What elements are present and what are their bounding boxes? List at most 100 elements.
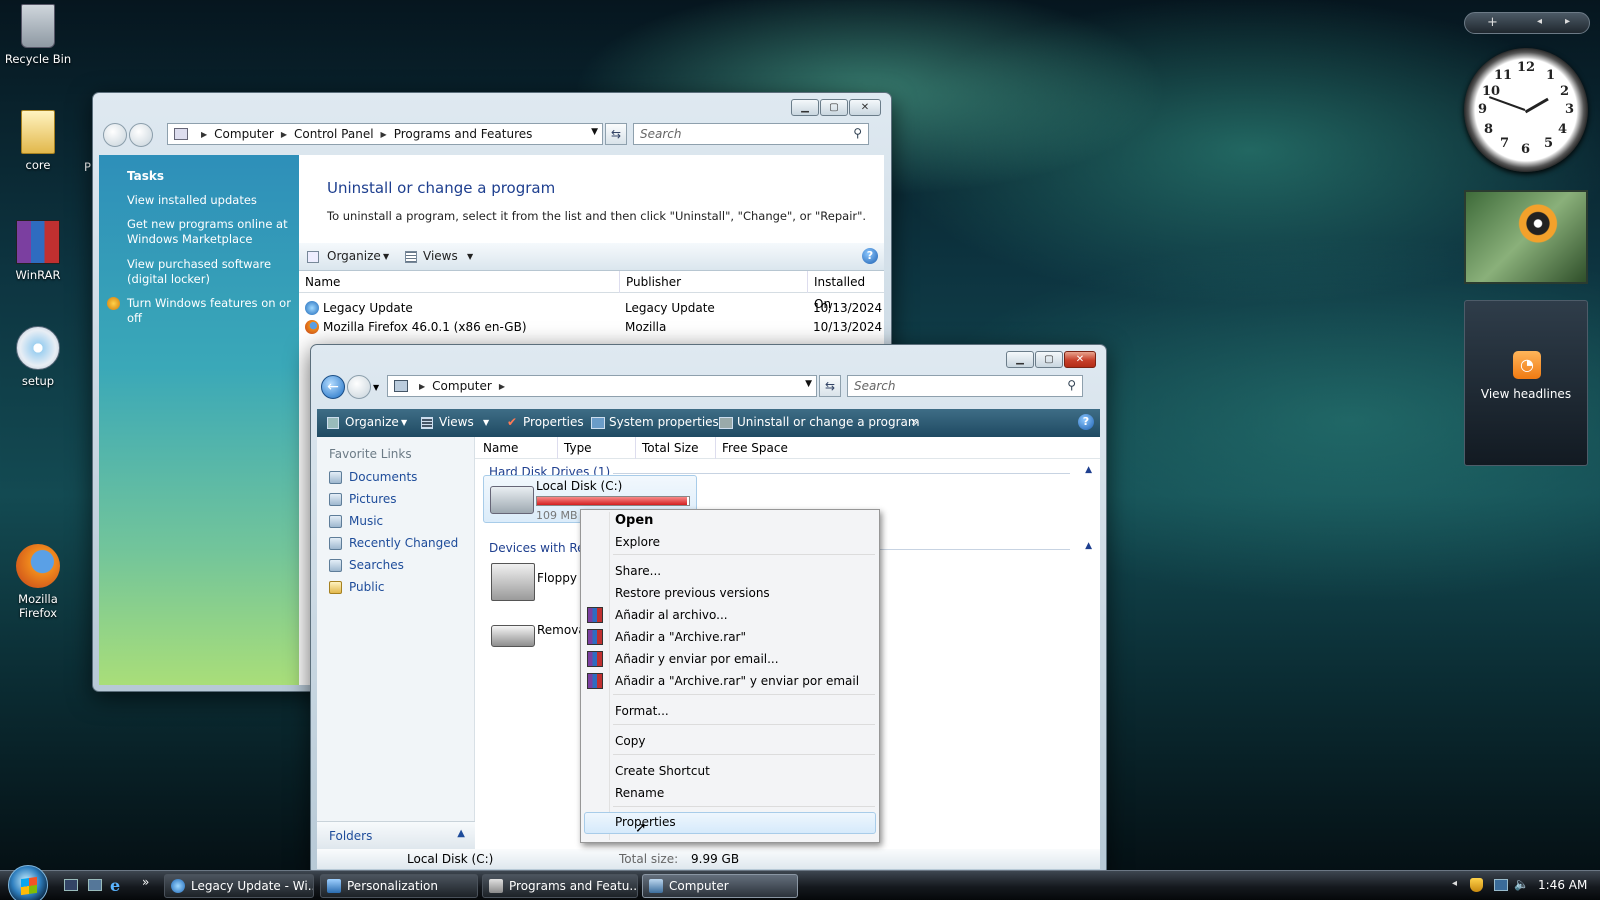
menu-item-add-to-archive-rar-and-email[interactable]: Añadir a "Archive.rar" y enviar por emai… (615, 674, 859, 688)
task-view-purchased-software[interactable]: View purchased software (digital locker) (127, 257, 292, 287)
views-button[interactable]: Views (439, 415, 474, 429)
chevron-down-icon[interactable]: ▼ (591, 127, 598, 137)
network-icon[interactable] (1494, 879, 1508, 891)
clock-time[interactable]: 1:46 AM (1538, 878, 1587, 892)
taskbar-button-computer[interactable]: Computer (642, 874, 798, 898)
organize-button[interactable]: Organize (345, 415, 399, 429)
search-input[interactable]: Search ⚲ (633, 123, 869, 145)
table-row[interactable]: Mozilla Firefox 46.0.1 (x86 en-GB) Mozil… (299, 318, 884, 337)
search-icon[interactable]: ⚲ (853, 126, 862, 140)
taskbar-button-personalization[interactable]: Personalization (320, 874, 478, 898)
show-hidden-icons-chevron[interactable]: ◂ (1452, 878, 1457, 889)
close-button[interactable]: ✕ (849, 99, 881, 116)
back-button[interactable] (103, 123, 127, 147)
breadcrumb-computer[interactable]: Computer (214, 127, 274, 141)
chevron-down-icon[interactable]: ▼ (401, 418, 407, 427)
menu-item-add-to-archive[interactable]: Añadir al archivo... (615, 608, 728, 622)
menu-item-open[interactable]: Open (615, 513, 653, 528)
back-button[interactable]: ← (321, 375, 345, 399)
folders-toggle[interactable]: Folders ▲ (317, 821, 475, 849)
quick-launch-overflow[interactable]: » (142, 875, 149, 889)
favorite-link-documents[interactable]: Documents (349, 470, 417, 484)
close-button[interactable]: ✕ (1064, 351, 1096, 368)
maximize-button[interactable]: ▢ (820, 99, 848, 116)
minimize-button[interactable]: ▁ (791, 99, 819, 116)
forward-button[interactable] (347, 375, 371, 399)
help-icon[interactable]: ? (862, 248, 878, 264)
menu-item-create-shortcut[interactable]: Create Shortcut (615, 764, 710, 778)
column-header-publisher[interactable]: Publisher (619, 271, 681, 293)
collapse-group-icon[interactable]: ▲ (1085, 541, 1092, 551)
task-view-installed-updates[interactable]: View installed updates (127, 193, 292, 208)
search-icon[interactable]: ⚲ (1067, 378, 1076, 392)
favorite-link-pictures[interactable]: Pictures (349, 492, 397, 506)
desktop-icon-recycle-bin[interactable]: Recycle Bin (2, 4, 74, 66)
switch-windows-icon[interactable] (88, 879, 102, 891)
next-icon[interactable]: ▸ (1565, 16, 1570, 27)
volume-muted-icon[interactable]: 🔈 (1514, 877, 1529, 891)
views-button[interactable]: Views (423, 249, 458, 263)
menu-item-add-to-archive-rar[interactable]: Añadir a "Archive.rar" (615, 630, 746, 644)
internet-explorer-icon[interactable]: e (110, 876, 120, 895)
menu-item-format[interactable]: Format... (615, 704, 669, 718)
column-header-type[interactable]: Type (557, 437, 592, 459)
column-header-total-size[interactable]: Total Size (635, 437, 698, 459)
drive-floppy[interactable]: Floppy D (483, 559, 593, 605)
task-turn-windows-features[interactable]: Turn Windows features on or off (127, 296, 292, 326)
menu-item-add-and-email[interactable]: Añadir y enviar por email... (615, 652, 779, 666)
help-icon[interactable]: ? (1078, 414, 1094, 430)
minimize-button[interactable]: ▁ (1006, 351, 1034, 368)
breadcrumb-computer[interactable]: Computer (432, 379, 492, 393)
clock-gadget[interactable]: 12 1 2 3 4 5 6 7 8 9 10 11 (1464, 48, 1588, 172)
toolbar-overflow-button[interactable]: » (911, 415, 918, 429)
recent-pages-chevron-icon[interactable]: ▼ (373, 383, 379, 392)
menu-item-share[interactable]: Share... (615, 564, 661, 578)
menu-item-copy[interactable]: Copy (615, 734, 645, 748)
taskbar-button-programs-and-features[interactable]: Programs and Featu... (482, 874, 638, 898)
desktop-icon-setup[interactable]: setup (2, 326, 74, 388)
chevron-down-icon[interactable]: ▼ (483, 418, 489, 427)
security-shield-icon[interactable] (1470, 878, 1483, 892)
collapse-group-icon[interactable]: ▲ (1085, 465, 1092, 475)
column-header-installed-on[interactable]: Installed On (807, 271, 884, 311)
feed-headlines-gadget[interactable]: ◔ View headlines (1464, 300, 1588, 466)
task-get-new-programs[interactable]: Get new programs online at Windows Marke… (127, 217, 292, 247)
drive-removable[interactable]: Remova (483, 611, 593, 657)
chevron-down-icon[interactable]: ▼ (383, 252, 389, 261)
properties-button[interactable]: Properties (523, 415, 584, 429)
table-row[interactable]: Legacy Update Legacy Update 10/13/2024 (299, 299, 884, 318)
system-properties-button[interactable]: System properties (609, 415, 719, 429)
address-bar[interactable]: ▶ Computer ▶ Control Panel ▶ Programs an… (167, 123, 603, 145)
breadcrumb-control-panel[interactable]: Control Panel (294, 127, 374, 141)
chevron-down-icon[interactable]: ▼ (467, 252, 473, 261)
menu-item-restore-previous-versions[interactable]: Restore previous versions (615, 586, 770, 600)
favorite-link-searches[interactable]: Searches (349, 558, 404, 572)
uninstall-program-button[interactable]: Uninstall or change a program (737, 415, 920, 429)
add-gadget-icon[interactable]: + (1487, 15, 1498, 30)
column-header-name[interactable]: Name (305, 275, 340, 289)
show-desktop-icon[interactable] (64, 879, 78, 891)
search-input[interactable]: Search ⚲ (847, 375, 1083, 397)
desktop-icon-core[interactable]: core (2, 110, 74, 172)
column-header-free-space[interactable]: Free Space (715, 437, 788, 459)
column-header-name[interactable]: Name (483, 441, 518, 455)
menu-item-rename[interactable]: Rename (615, 786, 664, 800)
organize-button[interactable]: Organize (327, 249, 381, 263)
forward-button[interactable] (129, 123, 153, 147)
favorite-link-music[interactable]: Music (349, 514, 383, 528)
favorite-link-recently-changed[interactable]: Recently Changed (349, 536, 458, 550)
menu-item-explore[interactable]: Explore (615, 535, 660, 549)
address-bar[interactable]: ▶ Computer ▶ ▼ (387, 375, 817, 397)
previous-icon[interactable]: ◂ (1537, 16, 1542, 27)
start-button[interactable] (8, 865, 48, 900)
maximize-button[interactable]: ▢ (1035, 351, 1063, 368)
refresh-button[interactable]: ⇆ (605, 123, 627, 145)
taskbar-button-legacy-update[interactable]: Legacy Update - Wi... (164, 874, 314, 898)
favorite-link-public[interactable]: Public (349, 580, 385, 594)
slideshow-gadget-toucan[interactable] (1464, 190, 1588, 284)
breadcrumb-programs-and-features[interactable]: Programs and Features (394, 127, 533, 141)
desktop-icon-winrar[interactable]: WinRAR (2, 220, 74, 282)
refresh-button[interactable]: ⇆ (819, 375, 841, 397)
chevron-down-icon[interactable]: ▼ (805, 379, 812, 389)
desktop-icon-firefox[interactable]: Mozilla Firefox (2, 544, 74, 620)
